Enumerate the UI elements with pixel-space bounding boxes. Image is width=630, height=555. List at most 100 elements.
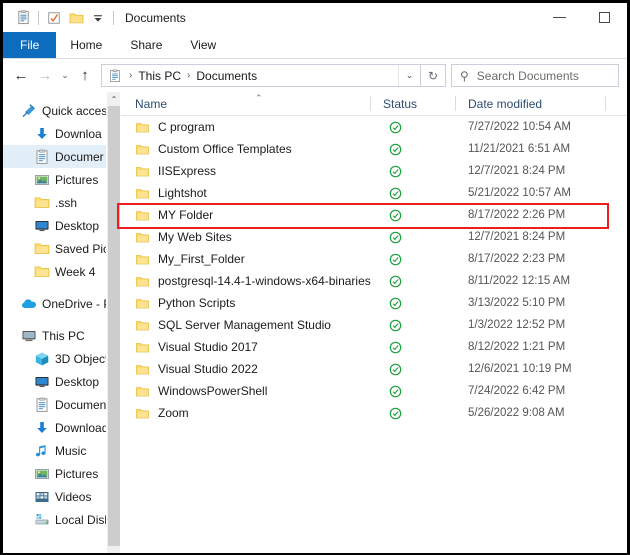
file-name-cell[interactable]: Python Scripts xyxy=(121,296,371,310)
column-header-date-label: Date modified xyxy=(468,96,543,111)
file-name-cell[interactable]: MY Folder xyxy=(121,208,371,222)
breadcrumb[interactable]: › This PC › Documents ⌄ xyxy=(101,64,421,87)
sidebar-item-label: Quick access xyxy=(42,103,114,118)
search-icon: ⚲ xyxy=(460,68,469,83)
sidebar-item-pictures[interactable]: Pictures📌 xyxy=(3,168,121,191)
status-cell xyxy=(371,363,456,376)
tab-home[interactable]: Home xyxy=(56,32,116,58)
folder-icon xyxy=(135,209,150,222)
date-modified-cell: 1/3/2022 12:52 PM xyxy=(468,319,566,331)
recent-locations-chevron-icon[interactable]: ⌄ xyxy=(57,63,73,89)
table-row[interactable]: MY Folder 8/17/2022 2:26 PM xyxy=(121,204,627,226)
breadcrumb-item-documents[interactable]: Documents xyxy=(196,69,257,83)
table-row[interactable]: Zoom 5/26/2022 9:08 AM xyxy=(121,402,627,424)
sidebar-item-documer[interactable]: Documer📌 xyxy=(3,145,121,168)
file-name-cell[interactable]: WindowsPowerShell xyxy=(121,384,371,398)
sidebar-item-local-disk-c[interactable]: Local Disk (C xyxy=(3,508,121,531)
table-row[interactable]: Lightshot 5/21/2022 10:57 AM xyxy=(121,182,627,204)
table-row[interactable]: IISExpress 12/7/2021 8:24 PM xyxy=(121,160,627,182)
sidebar-item-downloa[interactable]: Downloa📌 xyxy=(3,122,121,145)
file-name-cell[interactable]: IISExpress xyxy=(121,164,371,178)
breadcrumb-separator-1[interactable]: › xyxy=(123,70,138,81)
status-cell xyxy=(371,253,456,266)
sidebar-item-pictures[interactable]: Pictures xyxy=(3,462,121,485)
sidebar-item-saved-pictur[interactable]: Saved Pictur xyxy=(3,237,121,260)
breadcrumb-item-this-pc[interactable]: This PC xyxy=(138,69,181,83)
minimize-button[interactable] xyxy=(537,3,582,32)
tab-file[interactable]: File xyxy=(3,32,57,58)
table-row[interactable]: WindowsPowerShell 7/24/2022 6:42 PM xyxy=(121,380,627,402)
star-pin-icon xyxy=(20,102,37,119)
tab-share[interactable]: Share xyxy=(116,32,176,58)
new-folder-icon[interactable] xyxy=(65,7,87,29)
file-name-cell[interactable]: Visual Studio 2022 xyxy=(121,362,371,376)
customize-qat-chevron-icon[interactable] xyxy=(87,7,109,29)
sidebar-item-downloads[interactable]: Downloads xyxy=(3,416,121,439)
column-header-row: Name Status Date modified ⌃ xyxy=(121,92,627,116)
sidebar-item-desktop[interactable]: Desktop xyxy=(3,370,121,393)
sidebar-item-documents[interactable]: Documents xyxy=(3,393,121,416)
sidebar-scrollbar[interactable]: ⌃ xyxy=(106,92,121,553)
folder-icon xyxy=(135,319,150,332)
date-modified-cell: 3/13/2022 5:10 PM xyxy=(468,297,566,309)
sidebar-item-desktop[interactable]: Desktop xyxy=(3,214,121,237)
folder-icon xyxy=(33,240,50,257)
table-row[interactable]: SQL Server Management Studio 1/3/2022 12:… xyxy=(121,314,627,336)
folder-icon xyxy=(135,121,150,134)
qat-separator-1 xyxy=(38,10,39,25)
properties-icon[interactable] xyxy=(12,7,34,29)
file-name-label: IISExpress xyxy=(158,164,217,178)
file-name-cell[interactable]: SQL Server Management Studio xyxy=(121,318,371,332)
breadcrumb-dropdown-chevron-icon[interactable]: ⌄ xyxy=(398,65,420,86)
status-cell xyxy=(371,407,456,420)
desktop-icon xyxy=(33,217,50,234)
table-row[interactable]: Python Scripts 3/13/2022 5:10 PM xyxy=(121,292,627,314)
file-name-cell[interactable]: C program xyxy=(121,120,371,134)
table-row[interactable]: My Web Sites 12/7/2021 8:24 PM xyxy=(121,226,627,248)
this-pc-icon xyxy=(20,327,37,344)
search-input[interactable]: Search Documents xyxy=(477,69,579,83)
scroll-up-arrow-icon[interactable]: ⌃ xyxy=(107,92,121,106)
sync-complete-icon xyxy=(389,407,402,419)
up-button[interactable]: ↑ xyxy=(73,63,97,89)
maximize-button[interactable] xyxy=(582,3,627,32)
documents-icon xyxy=(106,69,123,83)
refresh-button[interactable]: ↻ xyxy=(421,64,446,87)
file-name-cell[interactable]: postgresql-14.4-1-windows-x64-binaries xyxy=(121,274,371,288)
table-row[interactable]: Visual Studio 2022 12/6/2021 10:19 PM xyxy=(121,358,627,380)
back-button[interactable]: ← xyxy=(9,63,33,89)
onedrive-icon xyxy=(20,295,37,312)
sidebar-item-week-4[interactable]: Week 4 xyxy=(3,260,121,283)
file-name-cell[interactable]: My Web Sites xyxy=(121,230,371,244)
sidebar-item-3d-objects[interactable]: 3D Objects xyxy=(3,347,121,370)
status-cell xyxy=(371,319,456,332)
table-row[interactable]: Custom Office Templates 11/21/2021 6:51 A… xyxy=(121,138,627,160)
table-row[interactable]: postgresql-14.4-1-windows-x64-binaries 8/… xyxy=(121,270,627,292)
file-name-cell[interactable]: Lightshot xyxy=(121,186,371,200)
file-name-cell[interactable]: Custom Office Templates xyxy=(121,142,371,156)
sidebar-item-videos[interactable]: Videos xyxy=(3,485,121,508)
file-name-cell[interactable]: Visual Studio 2017 xyxy=(121,340,371,354)
file-name-label: Lightshot xyxy=(158,186,207,200)
table-row[interactable]: Visual Studio 2017 8/12/2022 1:21 PM xyxy=(121,336,627,358)
column-header-date-modified[interactable]: Date modified xyxy=(456,92,606,115)
window-controls xyxy=(537,3,627,32)
breadcrumb-separator-2[interactable]: › xyxy=(181,70,196,81)
file-name-cell[interactable]: My_First_Folder xyxy=(121,252,371,266)
checkmark-box-icon[interactable] xyxy=(43,7,65,29)
forward-button[interactable]: → xyxy=(33,63,57,89)
sidebar-item-onedrive-pe[interactable]: OneDrive - Pe xyxy=(3,292,121,315)
sidebar-item-this-pc[interactable]: This PC xyxy=(3,324,121,347)
sidebar-item-quick-access[interactable]: Quick access xyxy=(3,99,121,122)
column-divider-date[interactable] xyxy=(605,96,606,111)
sidebar-item-ssh[interactable]: .ssh xyxy=(3,191,121,214)
file-name-label: Visual Studio 2017 xyxy=(158,340,258,354)
table-row[interactable]: C program 7/27/2022 10:54 AM xyxy=(121,116,627,138)
column-header-name[interactable]: Name xyxy=(121,92,371,115)
column-header-status[interactable]: Status xyxy=(371,92,456,115)
file-name-cell[interactable]: Zoom xyxy=(121,406,371,420)
table-row[interactable]: My_First_Folder 8/17/2022 2:23 PM xyxy=(121,248,627,270)
search-box[interactable]: ⚲ Search Documents xyxy=(451,64,619,87)
tab-view[interactable]: View xyxy=(176,32,230,58)
sidebar-item-music[interactable]: Music xyxy=(3,439,121,462)
